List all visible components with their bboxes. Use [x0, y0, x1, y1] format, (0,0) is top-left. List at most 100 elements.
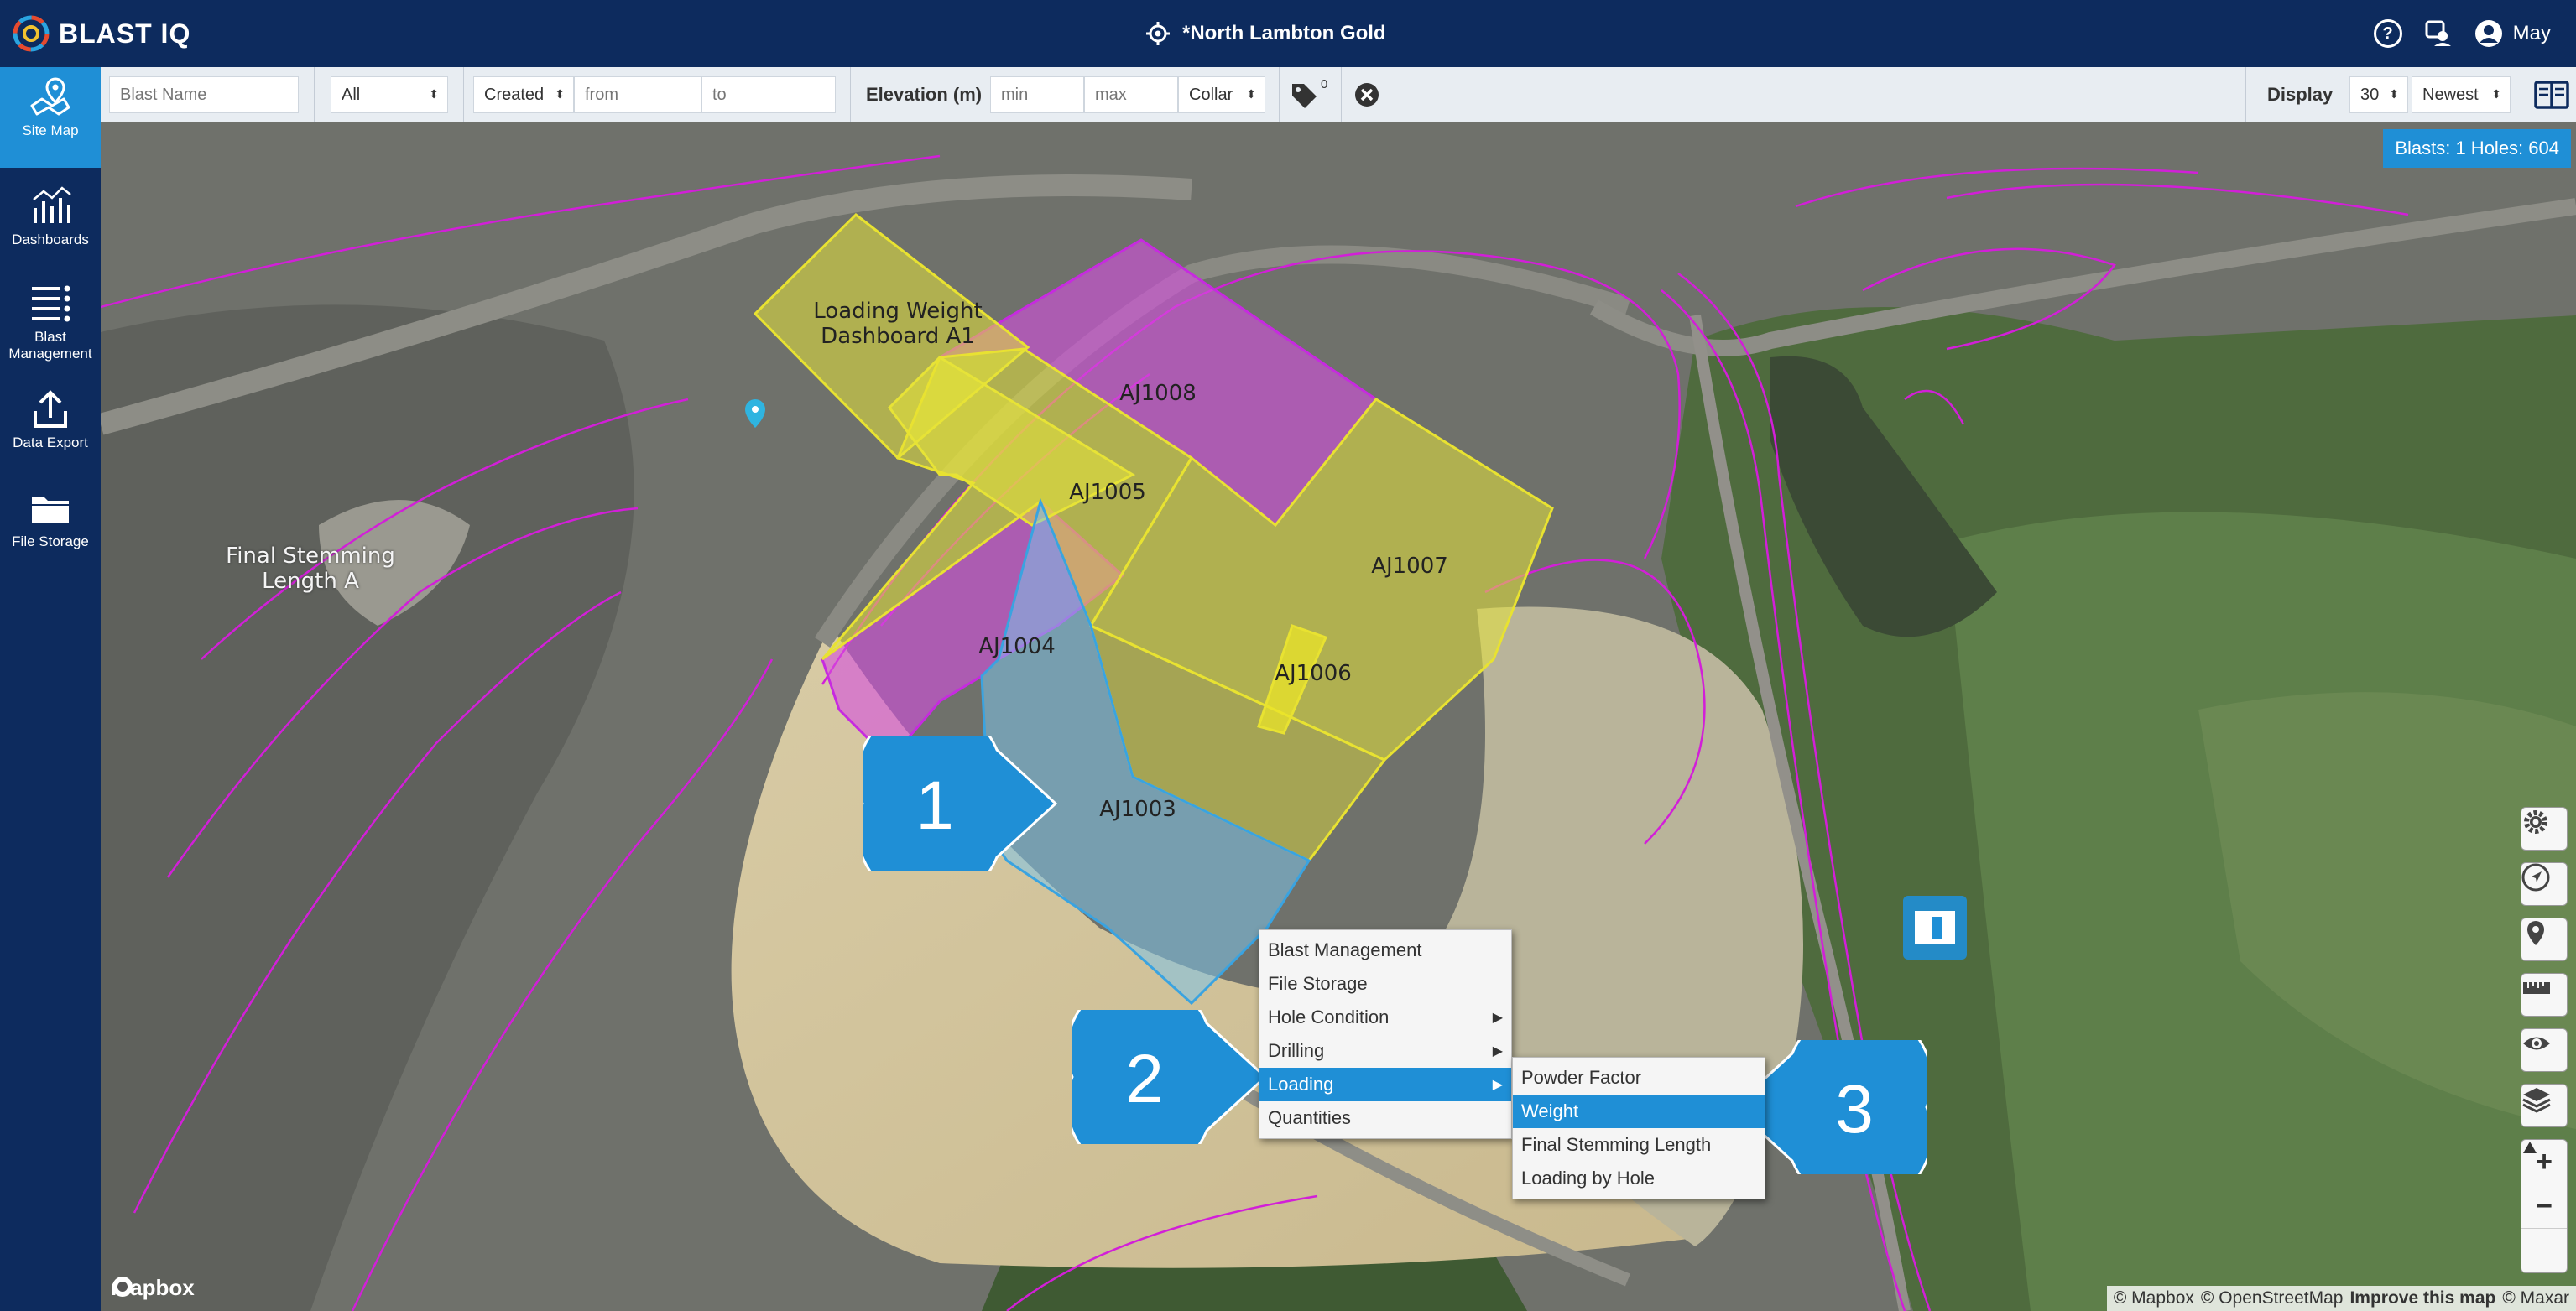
submenu-item-powder-factor[interactable]: Powder Factor — [1513, 1061, 1765, 1095]
site-title: *North Lambton Gold — [1182, 22, 1386, 44]
settings-button[interactable] — [2521, 807, 2568, 851]
submenu-item-label: Loading by Hole — [1521, 1168, 1656, 1189]
filter-bar: All ⬍ Created ⬍ Elevation (m) Collar ⬍ 0… — [101, 67, 2576, 122]
display-label: Display — [2267, 84, 2334, 105]
folder-icon — [25, 485, 76, 530]
menu-item-hole-condition[interactable]: Hole Condition ▶ — [1259, 1001, 1511, 1034]
menu-item-file-storage[interactable]: File Storage — [1259, 967, 1511, 1001]
attribution-mapbox-link[interactable]: © Mapbox — [2114, 1288, 2194, 1308]
select-caret-icon: ⬍ — [2491, 87, 2501, 101]
help-icon[interactable]: ? — [2373, 19, 2402, 48]
status-select[interactable]: All ⬍ — [331, 76, 448, 113]
attribution-osm-link[interactable]: © OpenStreetMap — [2201, 1288, 2344, 1308]
submenu-item-weight[interactable]: Weight — [1513, 1095, 1765, 1128]
map-attribution: © Mapbox © OpenStreetMap Improve this ma… — [2106, 1286, 2576, 1311]
blast-name-input[interactable] — [109, 76, 299, 113]
submenu-item-final-stemming-length[interactable]: Final Stemming Length — [1513, 1128, 1765, 1162]
layers-button[interactable] — [2521, 1084, 2568, 1127]
logo-mark-icon — [12, 14, 50, 53]
list-icon — [25, 280, 76, 325]
divider — [1279, 67, 1280, 122]
map-icon — [25, 74, 76, 119]
blast-count-badge: Blasts: 1 Holes: 604 — [2383, 129, 2571, 168]
callout-number-1: 1 — [915, 767, 954, 844]
place-marker-button[interactable] — [2521, 918, 2568, 961]
ruler-icon — [2523, 982, 2550, 994]
date-field-select[interactable]: Created ⬍ — [473, 76, 574, 113]
elevation-type-value: Collar — [1189, 85, 1233, 104]
sidebar-label-site-map: Site Map — [22, 122, 79, 138]
callout-pin-1: 1 — [863, 736, 1058, 871]
switch-user-icon[interactable] — [2424, 19, 2453, 48]
tag-icon — [1292, 84, 1317, 108]
submenu-item-label: Weight — [1521, 1100, 1579, 1121]
map-canvas[interactable]: Blasts: 1 Holes: 604 Loading Weight Dash… — [101, 122, 2576, 1311]
sidebar-item-file-storage[interactable]: File Storage — [0, 478, 101, 570]
menu-item-label: Loading — [1268, 1074, 1334, 1095]
elevation-label: Elevation (m) — [866, 84, 983, 105]
menu-item-blast-management[interactable]: Blast Management — [1259, 934, 1511, 967]
divider — [1341, 67, 1342, 122]
menu-item-quantities[interactable]: Quantities — [1259, 1101, 1511, 1135]
sidebar-label-data-export: Data Export — [13, 434, 88, 450]
loading-submenu: Powder Factor Weight Final Stemming Leng… — [1512, 1057, 1765, 1199]
menu-item-drilling[interactable]: Drilling ▶ — [1259, 1034, 1511, 1068]
visibility-button[interactable] — [2521, 1028, 2568, 1072]
measure-button[interactable] — [2521, 973, 2568, 1017]
date-field-value: Created — [484, 85, 545, 104]
select-caret-icon: ⬍ — [1246, 87, 1256, 101]
elevation-min-input[interactable] — [990, 76, 1084, 113]
elevation-type-select[interactable]: Collar ⬍ — [1178, 76, 1265, 113]
sort-select[interactable]: Newest ⬍ — [2412, 76, 2511, 113]
map-pin-icon — [2527, 921, 2544, 945]
improve-map-link[interactable]: Improve this map — [2349, 1288, 2495, 1308]
gear-icon — [2524, 810, 2547, 834]
top-navbar: BLAST IQ *North Lambton Gold ? May — [0, 0, 2576, 67]
sort-value: Newest — [2422, 85, 2479, 104]
select-caret-icon: ⬍ — [429, 87, 439, 101]
compass-icon — [2523, 1142, 2537, 1153]
submenu-item-loading-by-hole[interactable]: Loading by Hole — [1513, 1162, 1765, 1195]
zoom-controls: + − — [2521, 1139, 2568, 1273]
divider — [314, 67, 315, 122]
logo-text: BLAST IQ — [59, 18, 191, 49]
display-count-value: 30 — [2360, 85, 2380, 104]
compass-button[interactable] — [2521, 1142, 2567, 1272]
select-caret-icon: ⬍ — [555, 87, 565, 101]
sidebar-item-blast-management[interactable]: Blast Management — [0, 273, 101, 374]
submenu-arrow-icon: ▶ — [1492, 1011, 1503, 1025]
polygon-label: AJ1006 — [1275, 661, 1352, 686]
submenu-item-label: Powder Factor — [1521, 1067, 1642, 1088]
attribution-maxar-link[interactable]: © Maxar — [2502, 1288, 2569, 1308]
book-icon[interactable] — [2534, 80, 2569, 110]
to-date-input[interactable] — [701, 76, 836, 113]
site-selector[interactable]: *North Lambton Gold — [1145, 15, 1386, 52]
zoom-out-button[interactable]: − — [2521, 1184, 2567, 1229]
upload-icon — [25, 386, 76, 431]
menu-item-label: Quantities — [1268, 1107, 1352, 1128]
crosshair-icon — [1146, 22, 1170, 45]
navigation-arrow-icon — [2521, 863, 2550, 892]
sidebar-label-file-storage: File Storage — [12, 533, 89, 549]
locate-button[interactable] — [2521, 862, 2568, 906]
polygon-label: AJ1008 — [1119, 381, 1197, 406]
tag-count: 0 — [1321, 77, 1328, 91]
clear-filters-icon[interactable] — [1354, 82, 1379, 107]
blastiq-logo[interactable]: BLAST IQ — [12, 13, 190, 54]
menu-item-loading[interactable]: Loading ▶ — [1259, 1068, 1511, 1101]
callout-number-3: 3 — [1835, 1071, 1874, 1147]
polygon-label: AJ1003 — [1099, 797, 1176, 822]
display-count-select[interactable]: 30 ⬍ — [2349, 76, 2408, 113]
sidebar-item-site-map[interactable]: Site Map — [0, 67, 101, 168]
mapbox-logo[interactable]: mapbox — [111, 1275, 195, 1301]
from-date-input[interactable] — [574, 76, 701, 113]
sidebar-item-data-export[interactable]: Data Export — [0, 379, 101, 471]
polygon-label: AJ1004 — [978, 634, 1056, 659]
tag-filter-button[interactable]: 0 — [1289, 77, 1331, 112]
divider — [850, 67, 851, 122]
menu-item-label: Drilling — [1268, 1040, 1325, 1061]
user-menu[interactable]: May — [2474, 19, 2551, 48]
elevation-max-input[interactable] — [1084, 76, 1178, 113]
polygon-label: AJ1005 — [1069, 480, 1146, 505]
sidebar-item-dashboards[interactable]: Dashboards — [0, 176, 101, 268]
